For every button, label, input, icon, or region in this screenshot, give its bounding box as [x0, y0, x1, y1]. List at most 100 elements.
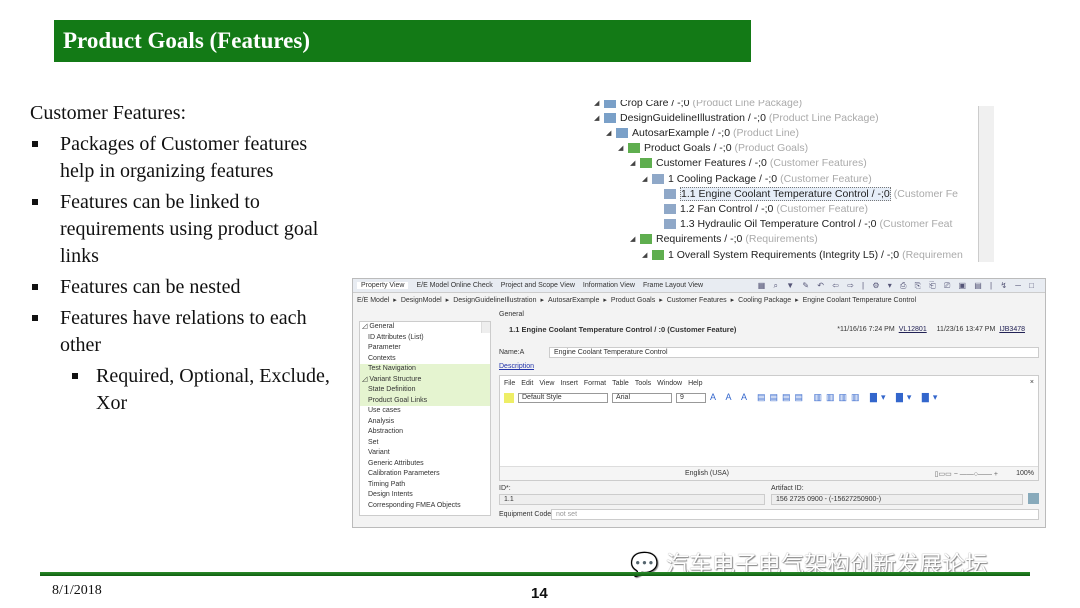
- editor-menu-item[interactable]: File: [504, 380, 515, 387]
- tab-property-view[interactable]: Property View: [357, 282, 409, 289]
- tree-item[interactable]: ◢ 1 Overall System Requirements (Integrit…: [642, 247, 963, 262]
- tree-scrollbar[interactable]: [978, 106, 994, 262]
- list-item[interactable]: Generic Attributes: [360, 459, 490, 470]
- editor-menu-item[interactable]: Format: [584, 380, 606, 387]
- modified-by-link[interactable]: IJB3478: [999, 326, 1025, 333]
- breadcrumb-separator: ▸: [603, 297, 607, 304]
- tab-frame-layout[interactable]: Frame Layout View: [643, 282, 703, 289]
- breadcrumb-item[interactable]: Customer Features: [667, 297, 727, 304]
- bullet-item: Features have relations to each other: [30, 305, 330, 359]
- folder-icon: [640, 234, 652, 245]
- description-link[interactable]: Description: [499, 363, 534, 370]
- expand-toggle[interactable]: ◢: [642, 251, 652, 259]
- list-scrollbar[interactable]: [481, 322, 490, 333]
- tree-item[interactable]: ◢ Product Goals / -;0 (Product Goals): [618, 141, 808, 156]
- tab-information[interactable]: Information View: [583, 282, 635, 289]
- list-item[interactable]: Set: [360, 438, 490, 449]
- expand-toggle[interactable]: ◢: [606, 129, 616, 137]
- expand-toggle[interactable]: ◢: [630, 159, 640, 167]
- breadcrumb-item[interactable]: E/E Model: [357, 297, 389, 304]
- expand-toggle[interactable]: ◢: [594, 114, 604, 122]
- tree-item[interactable]: ◢ AutosarExample / -;0 (Product Line): [606, 125, 799, 140]
- name-field[interactable]: Engine Coolant Temperature Control: [549, 347, 1039, 358]
- expand-toggle[interactable]: ◢: [642, 175, 652, 183]
- editor-menu-item[interactable]: Tools: [635, 380, 651, 387]
- id-field[interactable]: 1.1: [499, 494, 765, 505]
- editor-menu-item[interactable]: Insert: [560, 380, 578, 387]
- description-editor[interactable]: File Edit View Insert Format Table Tools Window…: [499, 375, 1039, 481]
- list-item[interactable]: Variant: [360, 448, 490, 459]
- property-details: General 1.1 Engine Coolant Temperature C…: [499, 309, 1039, 523]
- breadcrumb-item[interactable]: Engine Coolant Temperature Control: [803, 297, 917, 304]
- created-by-link[interactable]: VL12801: [899, 326, 927, 333]
- editor-menu-item[interactable]: Window: [657, 380, 682, 387]
- list-item[interactable]: Analysis: [360, 417, 490, 428]
- feature-tree: ◢ Crop Care / -;0 (Product Line Package) ◢ D…: [590, 100, 1000, 262]
- tree-item[interactable]: ◢ 1 Cooling Package / -;0 (Customer Featur…: [642, 171, 872, 186]
- font-select[interactable]: Arial: [612, 392, 672, 403]
- list-item-label: Analysis: [368, 417, 395, 425]
- tree-item-type: (Customer Fe: [893, 187, 958, 200]
- artifact-field[interactable]: 156 2725 0900 - (-15627250900-): [771, 494, 1023, 505]
- list-item[interactable]: ID Attributes (List): [360, 333, 490, 344]
- tree-item[interactable]: 1.2 Fan Control / -;0 (Customer Feature): [654, 201, 868, 216]
- list-item[interactable]: Product Goal Links: [360, 395, 490, 406]
- list-item-label: Variant: [368, 449, 390, 456]
- breadcrumb-item[interactable]: DesignGuidelineIllustration: [453, 297, 536, 304]
- tree-item-label: 1.3 Hydraulic Oil Temperature Control / …: [680, 218, 877, 231]
- editor-menu-item[interactable]: View: [539, 380, 554, 387]
- tree-item[interactable]: ◢ DesignGuidelineIllustration / -;0 (Produ…: [594, 110, 879, 125]
- list-item[interactable]: Abstraction: [360, 427, 490, 438]
- zoom-slider[interactable]: ▯▭▭ − ——○—— +: [935, 470, 998, 478]
- format-icons[interactable]: A A A ▤▤▤▤ ▥▥▥▥ ▇▾ ▇▾ ▇▾: [710, 392, 941, 403]
- tree-item[interactable]: ◢ Crop Care / -;0 (Product Line Package): [594, 100, 802, 110]
- toolbar-icons[interactable]: ▦ ⌕ ▼ ✎ ↶ ⇦ ⇨ | ⚙ ▾ ⎙ ⎘ ⎗ ⎚ ▣ ▤ | ↯ ─ □: [758, 281, 1037, 291]
- style-icon[interactable]: [504, 392, 514, 403]
- editor-menu-item[interactable]: Help: [688, 380, 702, 387]
- list-group-header[interactable]: ◿ General: [360, 322, 490, 333]
- property-category-list: ◿ General ID Attributes (List) Parameter Co…: [359, 321, 491, 516]
- list-item[interactable]: Use cases: [360, 406, 490, 417]
- tree-item-type: (Requirements): [745, 233, 818, 246]
- tree-item[interactable]: 1.3 Hydraulic Oil Temperature Control / …: [654, 217, 952, 232]
- sub-bullet-item: Required, Optional, Exclude, Xor: [30, 363, 330, 417]
- tab-online-check[interactable]: E/E Model Online Check: [416, 282, 492, 289]
- list-item-label: Corresponding FMEA Objects: [368, 501, 461, 509]
- list-item[interactable]: Timing Path: [360, 480, 490, 491]
- close-icon[interactable]: ×: [1030, 379, 1034, 386]
- tree-item-label: 1 Cooling Package / -;0: [668, 172, 778, 185]
- list-item[interactable]: Parameter: [360, 343, 490, 354]
- editor-menu-item[interactable]: Table: [612, 380, 629, 387]
- refresh-icon[interactable]: [1028, 493, 1039, 504]
- tree-item[interactable]: 1.1 Engine Coolant Temperature Control /…: [654, 186, 958, 201]
- style-select[interactable]: Default Style: [518, 392, 608, 403]
- language-indicator: English (USA): [685, 470, 729, 477]
- tree-item-type: (Requiremen: [902, 248, 963, 261]
- expand-toggle[interactable]: ◢: [594, 100, 604, 107]
- list-item[interactable]: Contexts: [360, 354, 490, 365]
- expand-toggle[interactable]: ◢: [618, 144, 628, 152]
- tree-item-type: (Product Line Package): [768, 111, 879, 124]
- list-item[interactable]: Design Intents: [360, 490, 490, 501]
- bullet-item: Features can be nested: [30, 274, 330, 301]
- list-item-label: Abstraction: [368, 428, 404, 435]
- tree-item-label: Product Goals / -;0: [644, 142, 732, 155]
- list-item[interactable]: Corresponding FMEA Objects: [360, 501, 490, 512]
- list-item[interactable]: State Definition: [360, 385, 490, 396]
- tree-item[interactable]: ◢ Customer Features / -;0 (Customer Featur…: [630, 156, 867, 171]
- editor-menu-item[interactable]: Edit: [521, 380, 533, 387]
- equipment-field[interactable]: not set: [551, 509, 1039, 520]
- list-group-header[interactable]: ◿ Variant Structure: [360, 374, 490, 385]
- breadcrumb-item[interactable]: Product Goals: [611, 297, 655, 304]
- list-item[interactable]: Test Navigation: [360, 364, 490, 375]
- tab-project-scope[interactable]: Project and Scope View: [501, 282, 575, 289]
- breadcrumb-item[interactable]: AutosarExample: [548, 297, 599, 304]
- tree-item[interactable]: ◢ Requirements / -;0 (Requirements): [630, 232, 818, 247]
- feature-icon: [664, 203, 676, 214]
- breadcrumb-item[interactable]: DesignModel: [401, 297, 442, 304]
- list-item[interactable]: Calibration Parameters: [360, 469, 490, 480]
- expand-toggle[interactable]: ◢: [630, 235, 640, 243]
- equipment-label: Equipment Code:: [499, 511, 554, 518]
- breadcrumb-item[interactable]: Cooling Package: [738, 297, 791, 304]
- size-select[interactable]: 9: [676, 392, 706, 403]
